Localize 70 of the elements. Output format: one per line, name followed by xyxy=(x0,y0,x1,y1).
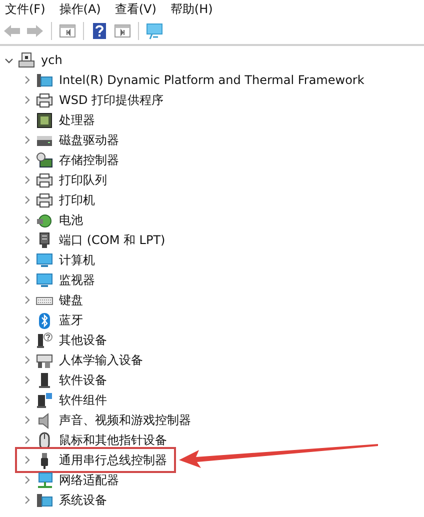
expand-chevron-icon[interactable] xyxy=(22,155,32,165)
expand-chevron-icon[interactable] xyxy=(22,275,32,285)
expand-chevron-icon[interactable] xyxy=(22,255,32,265)
tree-item[interactable]: 软件组件 xyxy=(59,392,107,408)
printer-icon xyxy=(36,92,53,108)
tree-item[interactable]: WSD 打印提供程序 xyxy=(59,92,164,108)
tree-item[interactable]: 计算机 xyxy=(59,252,95,268)
expand-chevron-icon[interactable] xyxy=(22,195,32,205)
chip-icon xyxy=(36,112,53,128)
expand-chevron-icon[interactable] xyxy=(22,375,32,385)
input-device-icon xyxy=(36,352,53,368)
expand-chevron-icon[interactable] xyxy=(22,395,32,405)
monitor-icon xyxy=(36,272,53,288)
menu-item[interactable]: 操作(A) xyxy=(59,0,101,18)
monitor-icon xyxy=(145,22,164,40)
tree-item[interactable]: 监视器 xyxy=(59,272,95,288)
expand-chevron-icon[interactable] xyxy=(22,135,32,145)
expand-chevron-icon[interactable] xyxy=(22,415,32,425)
expand-chevron-icon[interactable] xyxy=(22,315,32,325)
expand-chevron-icon[interactable] xyxy=(22,235,32,245)
menu-item[interactable]: 帮助(H) xyxy=(170,0,213,18)
expand-chevron-icon[interactable] xyxy=(22,295,32,305)
expand-chevron-icon[interactable] xyxy=(22,335,32,345)
expand-chevron-icon[interactable] xyxy=(22,455,32,465)
bluetooth-icon xyxy=(36,312,53,328)
expand-chevron-icon[interactable] xyxy=(22,95,32,105)
battery-icon xyxy=(36,212,53,228)
expand-chevron-icon[interactable] xyxy=(22,115,32,125)
tree-item[interactable]: 存储控制器 xyxy=(59,152,119,168)
tree-item[interactable]: 鼠标和其他指针设备 xyxy=(59,432,167,448)
expand-chevron-icon[interactable] xyxy=(22,475,32,485)
tree-item[interactable]: 系统设备 xyxy=(59,492,107,508)
menu-item[interactable]: 文件(F) xyxy=(5,0,46,18)
network-icon xyxy=(36,472,53,488)
tree-item[interactable]: 声音、视频和游戏控制器 xyxy=(59,412,191,428)
forward-arrow-icon xyxy=(26,22,45,40)
tree-item[interactable]: 处理器 xyxy=(59,112,95,128)
component-icon xyxy=(36,392,53,408)
system-icon xyxy=(36,492,53,508)
tree-item[interactable]: 键盘 xyxy=(59,292,83,308)
tree-item[interactable]: 网络适配器 xyxy=(59,472,119,488)
tree-item[interactable]: 打印机 xyxy=(59,192,95,208)
expand-chevron-icon[interactable] xyxy=(22,495,32,505)
tree-item[interactable]: 人体学输入设备 xyxy=(59,352,143,368)
menu-item[interactable]: 查看(V) xyxy=(114,0,156,18)
tree-item[interactable]: 软件设备 xyxy=(59,372,107,388)
tree-item[interactable]: 通用串行总线控制器 xyxy=(59,452,167,468)
expand-chevron-icon[interactable] xyxy=(22,175,32,185)
monitor-icon xyxy=(36,252,53,268)
window-panel-icon xyxy=(113,22,132,40)
tree-item[interactable]: 磁盘驱动器 xyxy=(59,132,119,148)
tree-item[interactable]: ych xyxy=(41,53,62,67)
tree-item[interactable]: 端口 (COM 和 LPT) xyxy=(59,232,166,248)
expand-chevron-icon[interactable] xyxy=(22,435,32,445)
printer-icon xyxy=(36,192,53,208)
help-icon xyxy=(90,22,109,40)
tree-item[interactable]: 其他设备 xyxy=(59,332,107,348)
storage-controller-icon xyxy=(36,152,53,168)
expand-chevron-icon[interactable] xyxy=(22,355,32,365)
tower-icon xyxy=(36,372,53,388)
tree-item[interactable]: 蓝牙 xyxy=(59,312,83,328)
window-panel-icon xyxy=(58,22,77,40)
tree-item[interactable]: 电池 xyxy=(59,212,83,228)
printer-icon xyxy=(36,172,53,188)
expand-chevron-icon[interactable] xyxy=(22,215,32,225)
back-arrow-icon xyxy=(3,22,22,40)
tree-item[interactable]: 打印队列 xyxy=(59,172,107,188)
expand-chevron-icon[interactable] xyxy=(22,75,32,85)
question-device-icon xyxy=(36,332,53,348)
tree-item[interactable]: Intel(R) Dynamic Platform and Thermal Framework xyxy=(59,73,364,87)
